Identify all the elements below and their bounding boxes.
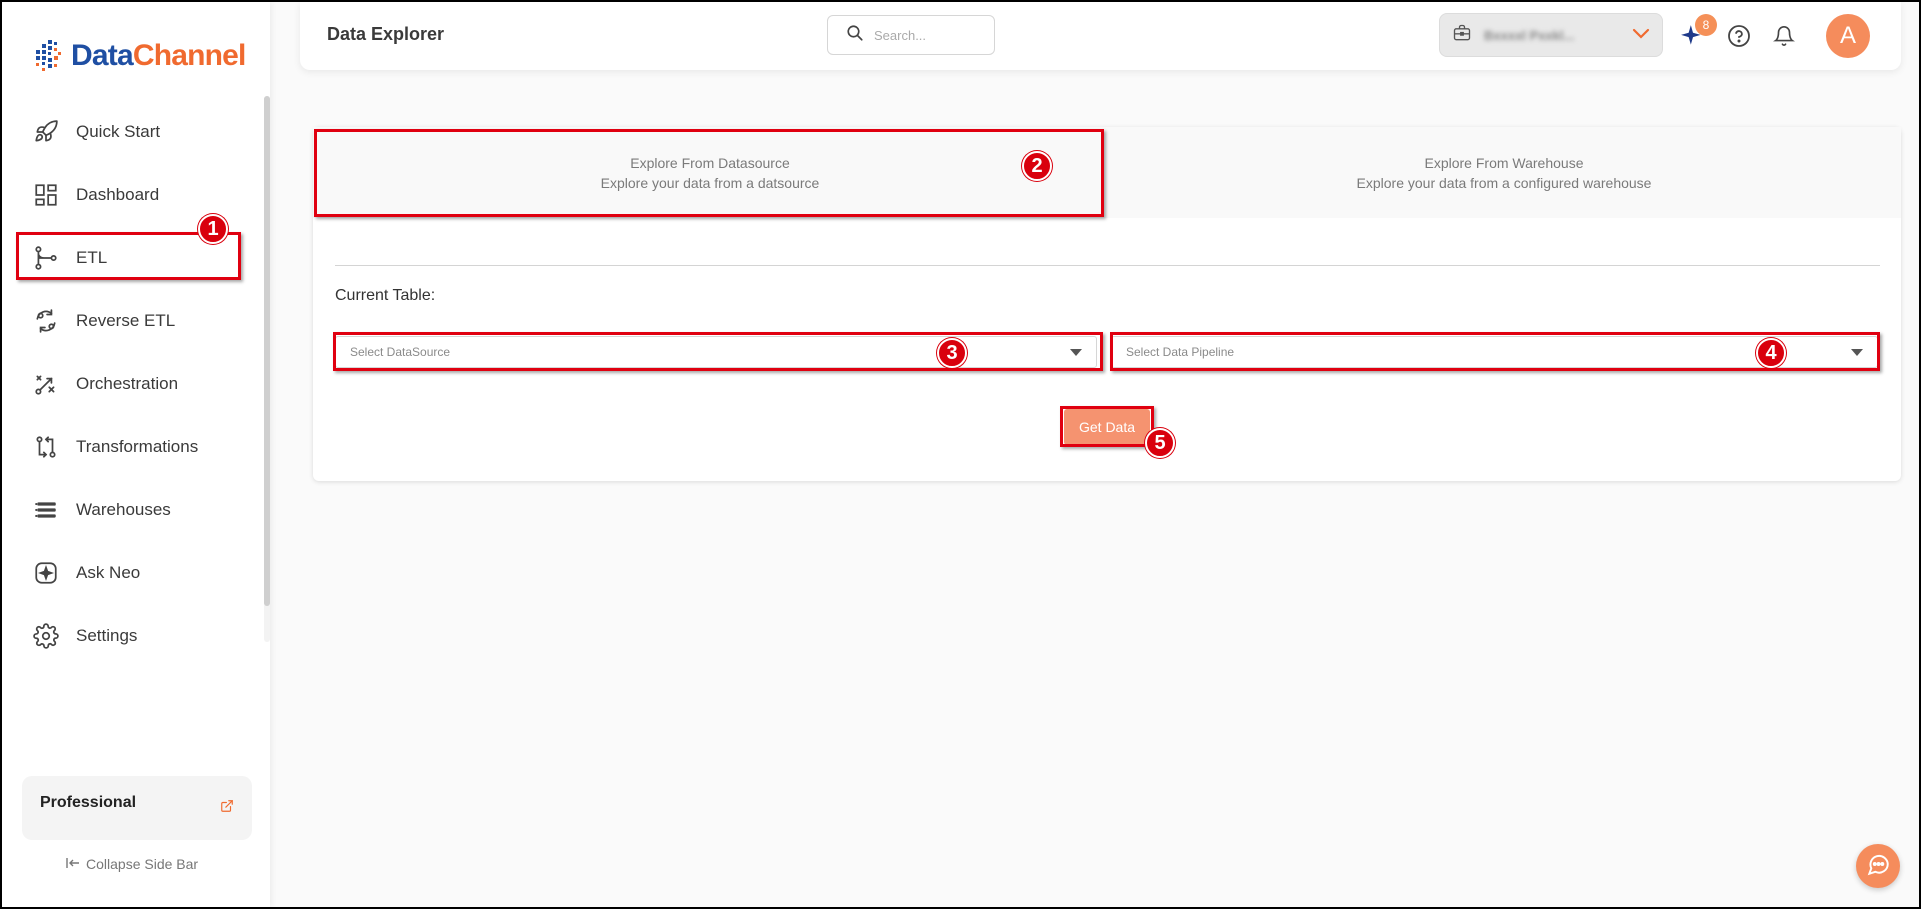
- tab-subtitle: Explore your data from a datsource: [600, 174, 820, 191]
- sidebar-item-dashboard[interactable]: Dashboard: [2, 163, 264, 226]
- sidebar-item-transformations[interactable]: Transformations: [2, 415, 264, 478]
- user-avatar[interactable]: A: [1826, 14, 1870, 58]
- reverse-etl-icon: [32, 307, 60, 335]
- top-header: Data Explorer Bxxxxl Pxxkl... 8 A: [300, 2, 1901, 70]
- sidebar-nav: Quick Start Dashboard ETL Reverse ETL Or…: [2, 100, 264, 667]
- annotation-marker-1: 1: [198, 214, 228, 244]
- workspace-name: Bxxxxl Pxxkl...: [1484, 27, 1575, 43]
- workspace-selector[interactable]: Bxxxxl Pxxkl...: [1439, 13, 1663, 57]
- tab-title: Explore From Warehouse: [1424, 154, 1584, 171]
- sidebar-scrollbar-thumb[interactable]: [264, 96, 270, 606]
- datasource-select-placeholder: Select DataSource: [350, 345, 451, 359]
- caret-down-icon: [1070, 348, 1082, 356]
- external-link-icon[interactable]: [220, 799, 234, 818]
- notification-count-badge: 8: [1695, 14, 1717, 36]
- sidebar-item-warehouses[interactable]: Warehouses: [2, 478, 264, 541]
- chevron-down-icon: [1632, 26, 1650, 44]
- sidebar-item-label: Settings: [76, 625, 138, 645]
- search-input[interactable]: [874, 27, 984, 43]
- sidebar-item-label: Ask Neo: [76, 562, 141, 582]
- collapse-sidebar-label: Collapse Side Bar: [86, 856, 199, 872]
- transformations-icon: [32, 433, 60, 461]
- collapse-left-icon: [66, 856, 80, 872]
- logo-text-data: Data: [71, 39, 134, 72]
- sidebar-item-settings[interactable]: Settings: [2, 604, 264, 667]
- tab-explore-from-datasource[interactable]: Explore From Datasource Explore your dat…: [313, 127, 1107, 218]
- sidebar-item-label: Transformations: [76, 436, 199, 456]
- sparkle-box-icon: [32, 559, 60, 587]
- chat-support-button[interactable]: [1856, 844, 1900, 888]
- datasource-select[interactable]: Select DataSource: [335, 336, 1097, 368]
- data-pipeline-select-placeholder: Select Data Pipeline: [1126, 345, 1235, 359]
- orchestration-icon: [32, 370, 60, 398]
- sidebar-item-label: Orchestration: [76, 373, 179, 393]
- current-table-label: Current Table:: [335, 287, 436, 304]
- tab-explore-from-warehouse[interactable]: Explore From Warehouse Explore your data…: [1107, 127, 1901, 218]
- sidebar: DataChannel Quick Start Dashboard ETL Re…: [2, 2, 270, 907]
- sidebar-item-label: Warehouses: [76, 499, 171, 519]
- briefcase-icon: [1452, 23, 1472, 48]
- search-box[interactable]: [827, 15, 995, 55]
- sidebar-item-label: Dashboard: [76, 184, 160, 204]
- annotation-marker-5: 5: [1145, 428, 1175, 458]
- section-divider: [335, 265, 1880, 266]
- sidebar-item-orchestration[interactable]: Orchestration: [2, 352, 264, 415]
- chat-bubble-icon: [1865, 851, 1891, 882]
- annotation-marker-3: 3: [937, 338, 967, 368]
- tab-subtitle: Explore your data from a configured ware…: [1356, 174, 1652, 191]
- bell-icon[interactable]: [1770, 22, 1798, 50]
- sidebar-item-label: Reverse ETL: [76, 310, 176, 330]
- explorer-card: Explore From Datasource Explore your dat…: [313, 127, 1901, 481]
- search-icon: [846, 24, 864, 47]
- annotation-marker-4: 4: [1756, 338, 1786, 368]
- sidebar-item-quick-start[interactable]: Quick Start: [2, 100, 264, 163]
- rocket-icon: [32, 118, 60, 146]
- annotation-marker-2: 2: [1022, 151, 1052, 181]
- explore-tabs: Explore From Datasource Explore your dat…: [313, 127, 1901, 218]
- logo-text-channel: Channel: [132, 39, 247, 72]
- tab-title: Explore From Datasource: [630, 154, 790, 171]
- warehouse-stack-icon: [32, 496, 60, 524]
- gear-icon: [32, 622, 60, 650]
- sidebar-item-reverse-etl[interactable]: Reverse ETL: [2, 289, 264, 352]
- plan-name: Professional: [40, 794, 137, 811]
- help-icon[interactable]: [1725, 22, 1753, 50]
- logo-wordmark: DataChannel: [71, 39, 246, 73]
- datachannel-logo[interactable]: DataChannel: [32, 36, 246, 76]
- sidebar-item-ask-neo[interactable]: Ask Neo: [2, 541, 264, 604]
- page-title: Data Explorer: [327, 24, 445, 44]
- dashboard-grid-icon: [32, 181, 60, 209]
- collapse-sidebar-button[interactable]: Collapse Side Bar: [66, 856, 198, 872]
- get-data-button[interactable]: Get Data: [1064, 409, 1150, 445]
- datachannel-logo-mark-icon: [36, 40, 61, 71]
- sidebar-scrollbar[interactable]: [264, 96, 270, 642]
- plan-card[interactable]: Professional: [22, 776, 252, 840]
- sidebar-item-label: Quick Start: [76, 121, 161, 141]
- caret-down-icon: [1851, 348, 1863, 356]
- etl-flow-icon: [32, 244, 60, 272]
- sidebar-item-label: ETL: [76, 247, 108, 267]
